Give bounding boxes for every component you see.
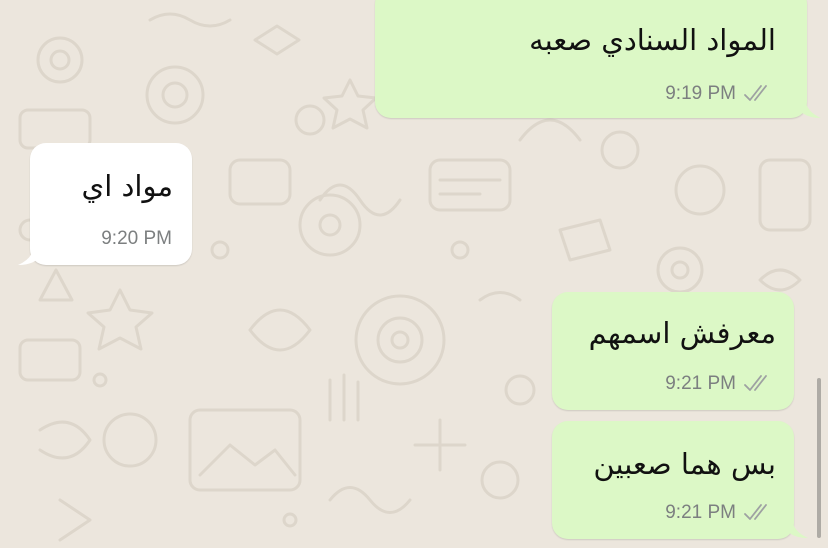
message-timestamp: 9:21 PM: [665, 502, 736, 523]
message-timestamp: 9:19 PM: [665, 83, 736, 104]
message-text: مواد اي: [81, 169, 173, 203]
message-text: بس هما صعبين: [593, 447, 776, 481]
outgoing-bubble-tail: [780, 520, 808, 538]
message-timestamp: 9:20 PM: [101, 228, 172, 249]
message-text: معرفش اسمهم: [588, 316, 776, 350]
outgoing-bubble-tail: [793, 100, 821, 118]
double-tick-icon: [744, 504, 767, 520]
double-tick-icon: [744, 85, 767, 101]
double-tick-icon: [744, 375, 767, 391]
incoming-bubble-tail: [18, 247, 46, 265]
message-timestamp: 9:21 PM: [665, 373, 736, 394]
message-text: المواد السنادي صعبه: [529, 23, 776, 57]
chat-scrollbar[interactable]: [817, 378, 821, 538]
